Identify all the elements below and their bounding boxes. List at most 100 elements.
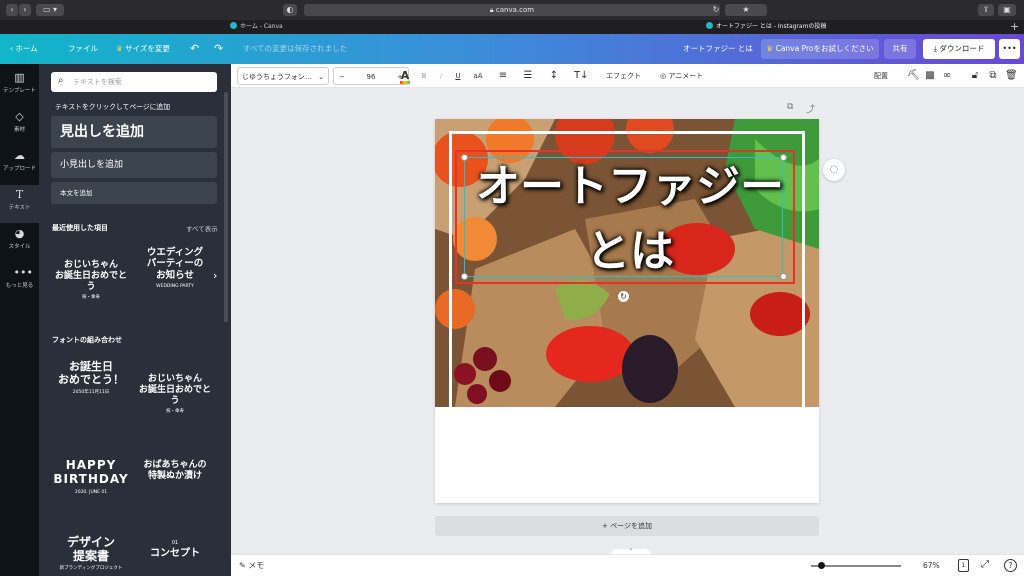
undo-icon[interactable]: ↶ (190, 34, 199, 64)
editor-toolbar: じゆうちょうフォン... ⌄ − 96 + A B I U aA ≡ ☰ ↕ T↓… (231, 64, 1024, 88)
rail-label: 素材 (13, 127, 25, 133)
animate-button[interactable]: ◎ アニメート (660, 64, 703, 88)
text-color-icon[interactable]: A (399, 64, 411, 88)
try-pro-button[interactable]: ♛ Canva Proをお試しください (761, 39, 879, 59)
bold-icon[interactable]: B (419, 64, 429, 88)
underline-icon[interactable]: U (453, 64, 463, 88)
template-text: おばあちゃんの 特製ぬか漬け (143, 460, 207, 481)
template-subtext: 新ブランディングプロジェクト (59, 565, 123, 571)
lock-icon[interactable]: 🔓︎ (969, 64, 981, 88)
heading-line-1[interactable]: オートファジー (470, 161, 790, 213)
rotate-handle-icon[interactable]: ↻ (618, 291, 629, 302)
comment-icon[interactable]: ◌ (823, 159, 845, 181)
file-menu[interactable]: ファイル (68, 34, 98, 64)
see-all-link[interactable]: すべて表示 (186, 223, 218, 233)
font-combo-template[interactable]: デザイン 提案書 新ブランディングプロジェクト (52, 528, 130, 574)
back-icon[interactable]: ‹ (6, 4, 18, 16)
resize-handle[interactable] (461, 273, 468, 280)
font-combo-template[interactable]: 01 コンセプト (136, 528, 214, 574)
resize-handle[interactable] (780, 273, 787, 280)
animate-label: アニメート (668, 72, 704, 80)
font-combo-template[interactable]: おばあちゃんの 特製ぬか漬け (136, 450, 214, 516)
download-button[interactable]: ⤓ ダウンロード (923, 39, 995, 59)
spacing-icon[interactable]: ↕ (547, 64, 561, 88)
text-search-input[interactable]: ⌕ テキストを検索 (51, 72, 217, 92)
template-text: デザイン 提案書 (66, 535, 115, 564)
more-icon: ••• (13, 266, 33, 279)
document-title[interactable]: オートファジー とは (683, 34, 753, 64)
rail-label: アップロード (2, 166, 36, 172)
font-family-value: じゆうちょうフォン... (242, 73, 312, 81)
help-button[interactable]: ? (1004, 559, 1017, 572)
italic-icon[interactable]: I (436, 64, 446, 88)
panel-scrollbar[interactable] (224, 92, 228, 322)
font-combo-template[interactable]: おじいちゃん お誕生日おめでとう 祝・傘寿 (136, 360, 214, 426)
home-button[interactable]: ‹ ホーム (10, 34, 38, 64)
more-options-button[interactable]: ••• (999, 39, 1020, 59)
add-page-icon[interactable]: ⤴ (806, 102, 815, 115)
tab-instagram-post[interactable]: オートファジー とは - Instagramの投稿 (706, 20, 956, 34)
resize-handle[interactable] (780, 154, 787, 161)
add-subheading-button[interactable]: 小見出しを追加 (51, 152, 217, 178)
save-status: すべての変更は保存されました (243, 44, 348, 53)
add-body-text-button[interactable]: 本文を追加 (51, 182, 217, 204)
add-heading-button[interactable]: 見出しを追加 (51, 116, 217, 148)
elements-icon: ◇ (15, 110, 24, 123)
heading-line-2[interactable]: とは (470, 226, 790, 278)
resize-handle[interactable] (461, 154, 468, 161)
font-family-dropdown[interactable]: じゆうちょうフォン... ⌄ (237, 67, 329, 85)
position-button[interactable]: 配置 (874, 64, 888, 88)
privacy-shield-icon[interactable]: ◐ (283, 4, 297, 16)
fullscreen-icon[interactable]: ⤢ (981, 559, 989, 570)
tab-canva-home[interactable]: ホーム - Canva (230, 20, 530, 34)
decrease-size-icon[interactable]: − (339, 68, 345, 86)
try-pro-label: Canva Proをお試しください (775, 44, 874, 53)
zoom-level[interactable]: 67% (923, 561, 940, 570)
copy-page-icon[interactable]: ⧉ (787, 102, 793, 112)
vertical-text-icon[interactable]: T↓ (574, 64, 589, 88)
share-button[interactable]: 共有 (884, 39, 916, 59)
reload-icon[interactable]: ↻ (712, 4, 720, 16)
list-icon[interactable]: ☰ (522, 64, 534, 88)
font-combo-template[interactable]: HAPPY BIRTHDAY 2020. JUNE 01 (52, 450, 130, 516)
font-combo-template[interactable]: お誕生日 おめでとう！ 2050年11月11日 (52, 360, 130, 426)
address-bar[interactable]: 🔒︎ canva.com (304, 4, 720, 16)
trash-icon[interactable]: 🗑︎ (1005, 64, 1018, 88)
link-icon[interactable]: ∞ (941, 64, 953, 88)
share-icon[interactable]: ⇪ (978, 4, 994, 16)
recent-section-title: 最近使用した項目 (52, 224, 108, 232)
redo-icon[interactable]: ↷ (214, 34, 223, 64)
notes-button[interactable]: ✎ メモ (239, 560, 264, 571)
paint-roller-icon[interactable]: ⛏ (907, 64, 920, 88)
forward-icon[interactable]: › (19, 4, 31, 16)
align-center-icon[interactable]: ≡ (497, 64, 509, 88)
rail-label: テキスト (8, 205, 31, 211)
rail-item-templates[interactable]: ▥ テンプレート (0, 68, 39, 106)
page-count-button[interactable]: 1 (958, 559, 969, 572)
rail-item-elements[interactable]: ◇ 素材 (0, 107, 39, 145)
recent-text-template[interactable]: おじいちゃん お誕生日おめでとう 祝・傘寿 (52, 242, 130, 308)
font-combos-title: フォントの組み合わせ (52, 336, 122, 344)
carousel-next-icon[interactable]: › (213, 269, 217, 282)
extension-button[interactable]: ★ (725, 4, 767, 16)
tabs-overview-icon[interactable]: ▣ (998, 4, 1016, 16)
click-to-add-hint: テキストをクリックしてページに追加 (55, 103, 171, 111)
add-page-button[interactable]: + ページを追加 (435, 516, 819, 536)
rail-item-uploads[interactable]: ☁ アップロード (0, 146, 39, 184)
template-subtext: 2050年11月11日 (72, 390, 110, 396)
font-size-value[interactable]: 96 (367, 73, 376, 81)
template-subtext: 2020. JUNE 01 (74, 489, 108, 495)
recent-text-template[interactable]: ウエディング パーティーの お知らせ WEDDING PARTY (136, 242, 214, 308)
resize-button[interactable]: ♛ サイズを変更 (116, 34, 170, 64)
rail-item-more[interactable]: ••• もっと見る (0, 263, 39, 301)
effects-button[interactable]: エフェクト (606, 64, 641, 88)
new-tab-button[interactable]: + (1010, 20, 1022, 34)
rail-item-text[interactable]: T テキスト (0, 185, 39, 223)
rail-item-styles[interactable]: ◕ スタイル (0, 224, 39, 262)
sidebar-toggle-icon[interactable]: ▭ ▾ (36, 4, 64, 16)
font-size-stepper[interactable]: − 96 + (333, 67, 409, 85)
letter-case-icon[interactable]: aA (471, 64, 485, 88)
zoom-slider-knob[interactable] (818, 562, 825, 569)
transparency-icon[interactable]: ▩ (924, 64, 936, 88)
duplicate-icon[interactable]: ⧉ (987, 64, 999, 88)
